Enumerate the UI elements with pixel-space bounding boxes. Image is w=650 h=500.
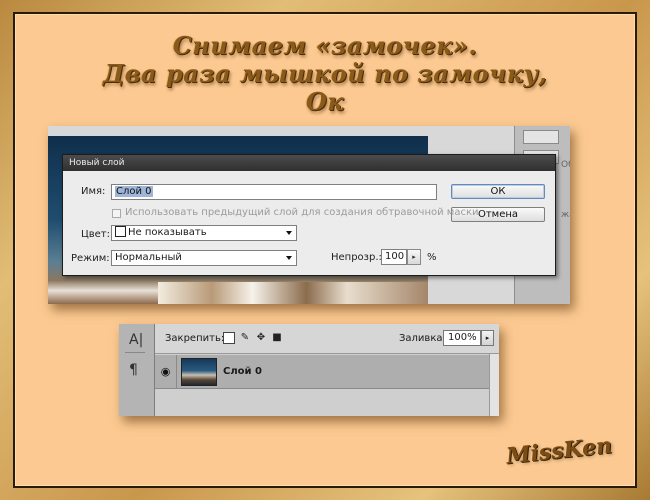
chevron-down-icon: [286, 231, 292, 235]
ok-button[interactable]: ОК: [451, 184, 545, 199]
tutorial-title: Снимаем «замочек». Два раза мышкой по за…: [0, 32, 650, 116]
name-label: Имя:: [81, 186, 106, 197]
title-line-3: Ок: [305, 87, 345, 116]
fill-label: Заливка:: [399, 333, 446, 344]
color-value: Не показывать: [128, 227, 207, 238]
side-panel-text: Обы: [561, 160, 570, 170]
type-tool-icon[interactable]: A|: [129, 332, 143, 348]
color-dropdown[interactable]: Не показывать: [111, 225, 297, 241]
chevron-down-icon: [286, 256, 292, 260]
fill-stepper[interactable]: ▸: [481, 330, 494, 346]
lock-label: Закрепить:: [165, 333, 225, 344]
title-line-2: Два раза мышкой по замочку,: [102, 59, 548, 88]
opacity-input[interactable]: 100: [381, 249, 407, 265]
side-panel-text: жа: [561, 210, 570, 220]
layer-name-value: Слой 0: [115, 186, 153, 197]
blend-mode-dropdown[interactable]: Нормальный: [111, 250, 297, 266]
divider: [125, 352, 145, 353]
layer-name-input[interactable]: Слой 0: [111, 184, 437, 200]
color-swatch: [115, 226, 126, 237]
opacity-stepper[interactable]: ▸: [407, 249, 421, 265]
color-label: Цвет:: [81, 229, 111, 240]
opacity-unit: %: [427, 252, 437, 263]
clipping-mask-label: Использовать предыдущий слой для создани…: [125, 207, 479, 218]
clipping-mask-checkbox[interactable]: [112, 209, 121, 218]
lock-pixels-icon[interactable]: ✎: [239, 332, 251, 344]
tools-column: A| ¶: [119, 324, 155, 416]
fill-input[interactable]: 100%: [443, 330, 481, 346]
lock-all-icon[interactable]: ■: [271, 332, 283, 344]
eye-icon[interactable]: ◉: [155, 355, 177, 389]
opacity-label: Непрозр.:: [331, 252, 382, 263]
layer-name: Слой 0: [223, 366, 262, 377]
new-layer-dialog: Новый слой Имя: Слой 0 ОК Отмена Использ…: [62, 154, 556, 276]
layer-row[interactable]: ◉ Слой 0: [155, 355, 489, 389]
title-line-1: Снимаем «замочек».: [172, 31, 478, 60]
paragraph-icon[interactable]: ¶: [129, 362, 138, 378]
lock-position-icon[interactable]: ✥: [255, 332, 267, 344]
mountain-range: [158, 282, 428, 304]
scrollbar[interactable]: [489, 354, 499, 416]
layers-empty-area: [155, 390, 489, 416]
lock-row: Закрепить: ✎ ✥ ■ Заливка: 100% ▸: [155, 324, 499, 354]
panel-button[interactable]: [523, 130, 559, 144]
layer-thumbnail: [181, 358, 217, 386]
mode-label: Режим:: [71, 253, 110, 264]
layers-panel-screenshot: A| ¶ Закрепить: ✎ ✥ ■ Заливка: 100% ▸ ◉ …: [119, 324, 499, 416]
dialog-title: Новый слой: [63, 155, 555, 171]
lock-transparency-icon[interactable]: [223, 332, 235, 344]
blend-mode-value: Нормальный: [115, 252, 182, 263]
